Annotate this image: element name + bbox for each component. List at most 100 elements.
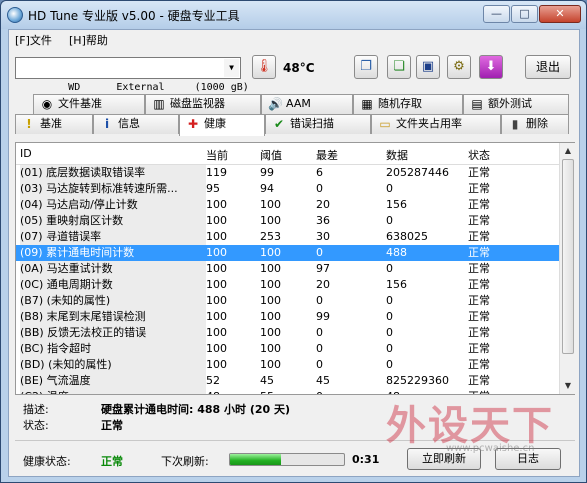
table-row[interactable]: (B7) (未知的属性) 100 100 0 0 正常	[16, 293, 559, 309]
raw-data-cell: 0	[386, 182, 393, 195]
refresh-now-button[interactable]: 立即刷新	[407, 448, 481, 470]
health-cross-icon: ✚	[187, 117, 199, 131]
raw-data-cell: 638025	[386, 230, 428, 243]
tab-extra-tests[interactable]: ▤ 额外测试	[463, 94, 569, 114]
worst-value-cell: 20	[316, 198, 330, 211]
exit-button[interactable]: 退出	[525, 55, 571, 79]
table-row[interactable]: (0A) 马达重试计数 100 100 97 0 正常	[16, 261, 559, 277]
vertical-scrollbar[interactable]: ▲ ▼	[559, 143, 575, 394]
raw-data-cell: 0	[386, 326, 393, 339]
current-value-cell: 52	[206, 374, 220, 387]
folder-icon: ▭	[379, 117, 391, 131]
state-value: 正常	[101, 419, 123, 432]
tab-random-access[interactable]: ▦ 随机存取	[353, 94, 463, 114]
status-cell: 正常	[468, 166, 490, 179]
random-access-icon: ▦	[361, 97, 373, 111]
error-scan-icon: ✔	[273, 117, 285, 131]
table-row[interactable]: (05) 重映射扇区计数 100 100 36 0 正常	[16, 213, 559, 229]
threshold-cell: 99	[260, 166, 274, 179]
tab-file-benchmark[interactable]: ◉ 文件基准	[33, 94, 145, 114]
table-row[interactable]: (BE) 气流温度 52 45 45 825229360 正常	[16, 373, 559, 389]
menu-help[interactable]: [H]帮助	[69, 32, 108, 48]
temperature-value: 48°C	[283, 61, 315, 75]
raw-data-cell: 0	[386, 262, 393, 275]
refresh-countdown: 0:31	[352, 453, 380, 466]
close-button[interactable]: ✕	[539, 5, 581, 23]
smart-table-body: (01) 底层数据读取错误率 119 99 6 205287446 正常 (03) 马达旋转…	[16, 165, 559, 394]
scroll-up-arrow-icon[interactable]: ▲	[560, 143, 576, 159]
table-row[interactable]: (03) 马达旋转到标准转速所需... 95 94 0 0 正常	[16, 181, 559, 197]
table-row[interactable]: (BB) 反馈无法校正的错误 100 100 0 0 正常	[16, 325, 559, 341]
current-value-cell: 95	[206, 182, 220, 195]
table-row[interactable]: (BD) (未知的属性) 100 100 0 0 正常	[16, 357, 559, 373]
current-value-cell: 100	[206, 246, 227, 259]
table-row[interactable]: (BC) 指令超时 100 100 0 0 正常	[16, 341, 559, 357]
status-cell: 正常	[468, 342, 490, 355]
threshold-cell: 55	[260, 389, 274, 394]
threshold-cell: 45	[260, 374, 274, 387]
health-status-value: 正常	[101, 455, 123, 468]
header-threshold[interactable]: 阈值	[260, 147, 282, 163]
threshold-cell: 100	[260, 358, 281, 371]
header-data[interactable]: 数据	[386, 147, 408, 163]
tab-folder-usage[interactable]: ▭ 文件夹占用率	[371, 114, 501, 134]
attribute-name-cell: (BB) 反馈无法校正的错误	[20, 325, 206, 341]
threshold-cell: 100	[260, 326, 281, 339]
state-label: 状态:	[23, 419, 49, 432]
tab-label: 信息	[118, 117, 140, 130]
attribute-name-cell: (0A) 马达重试计数	[20, 261, 206, 277]
title-bar[interactable]: HD Tune 专业版 v5.00 - 硬盘专业工具 — □ ✕	[1, 1, 586, 29]
current-value-cell: 100	[206, 294, 227, 307]
tab-info[interactable]: i 信息	[93, 114, 179, 134]
raw-data-cell: 0	[386, 342, 393, 355]
worst-value-cell: 0	[316, 326, 323, 339]
tab-error-scan[interactable]: ✔ 错误扫描	[265, 114, 371, 134]
copy-icon[interactable]: ❐	[354, 55, 378, 79]
scroll-down-arrow-icon[interactable]: ▼	[560, 378, 576, 394]
minimize-button[interactable]: —	[483, 5, 510, 23]
tab-disk-monitor[interactable]: ▥ 磁盘监视器	[145, 94, 261, 114]
table-row[interactable]: (01) 底层数据读取错误率 119 99 6 205287446 正常	[16, 165, 559, 181]
current-value-cell: 100	[206, 262, 227, 275]
attribute-name-cell: (BD) (未知的属性)	[20, 357, 206, 373]
table-row[interactable]: (C2) 温度4855048正常	[16, 389, 559, 394]
header-status[interactable]: 状态	[468, 147, 490, 163]
log-button[interactable]: 日志	[495, 448, 561, 470]
status-cell: 正常	[468, 246, 490, 259]
save-icon[interactable]: ▣	[416, 55, 440, 79]
threshold-cell: 100	[260, 294, 281, 307]
tab-label: 文件基准	[58, 97, 102, 110]
worst-value-cell: 99	[316, 310, 330, 323]
menu-file[interactable]: [F]文件	[15, 32, 52, 48]
tab-delete[interactable]: ▮ 删除	[501, 114, 569, 134]
table-row[interactable]: (B8) 末尾到末尾错误检测 100 100 99 0 正常	[16, 309, 559, 325]
table-row[interactable]: (09) 累计通电时间计数 100 100 0 488 正常	[16, 245, 559, 261]
tab-label: 删除	[526, 117, 548, 130]
header-current[interactable]: 当前	[206, 147, 228, 163]
drive-select[interactable]: WD External (1000 gB) ▼	[15, 57, 249, 93]
maximize-button[interactable]: □	[511, 5, 538, 23]
scroll-thumb[interactable]	[562, 159, 574, 354]
health-status-label: 健康状态:	[23, 455, 71, 468]
header-id[interactable]: ID	[20, 147, 32, 160]
chevron-down-icon[interactable]: ▼	[224, 59, 239, 77]
table-row[interactable]: (0C) 通电周期计数 100 100 20 156 正常	[16, 277, 559, 293]
status-cell: 正常	[468, 326, 490, 339]
attribute-name-cell: (C2) 温度	[20, 389, 206, 394]
worst-value-cell: 0	[316, 182, 323, 195]
threshold-cell: 100	[260, 262, 281, 275]
thermometer-icon[interactable]: 🌡	[252, 55, 276, 79]
worst-value-cell: 6	[316, 166, 323, 179]
worst-value-cell: 36	[316, 214, 330, 227]
raw-data-cell: 156	[386, 198, 407, 211]
copy-all-icon[interactable]: ❏	[387, 55, 411, 79]
tab-health[interactable]: ✚ 健康	[179, 114, 265, 136]
gear-icon[interactable]: ⚙	[447, 55, 471, 79]
drive-select-value: WD External (1000 gB)	[68, 82, 249, 93]
download-icon[interactable]: ⬇	[479, 55, 503, 79]
table-row[interactable]: (04) 马达启动/停止计数 100 100 20 156 正常	[16, 197, 559, 213]
header-worst[interactable]: 最差	[316, 147, 338, 163]
tab-aam[interactable]: 🔊 AAM	[261, 94, 353, 114]
table-row[interactable]: (07) 寻道错误率 100 253 30 638025 正常	[16, 229, 559, 245]
tab-benchmark[interactable]: ! 基准	[15, 114, 93, 134]
